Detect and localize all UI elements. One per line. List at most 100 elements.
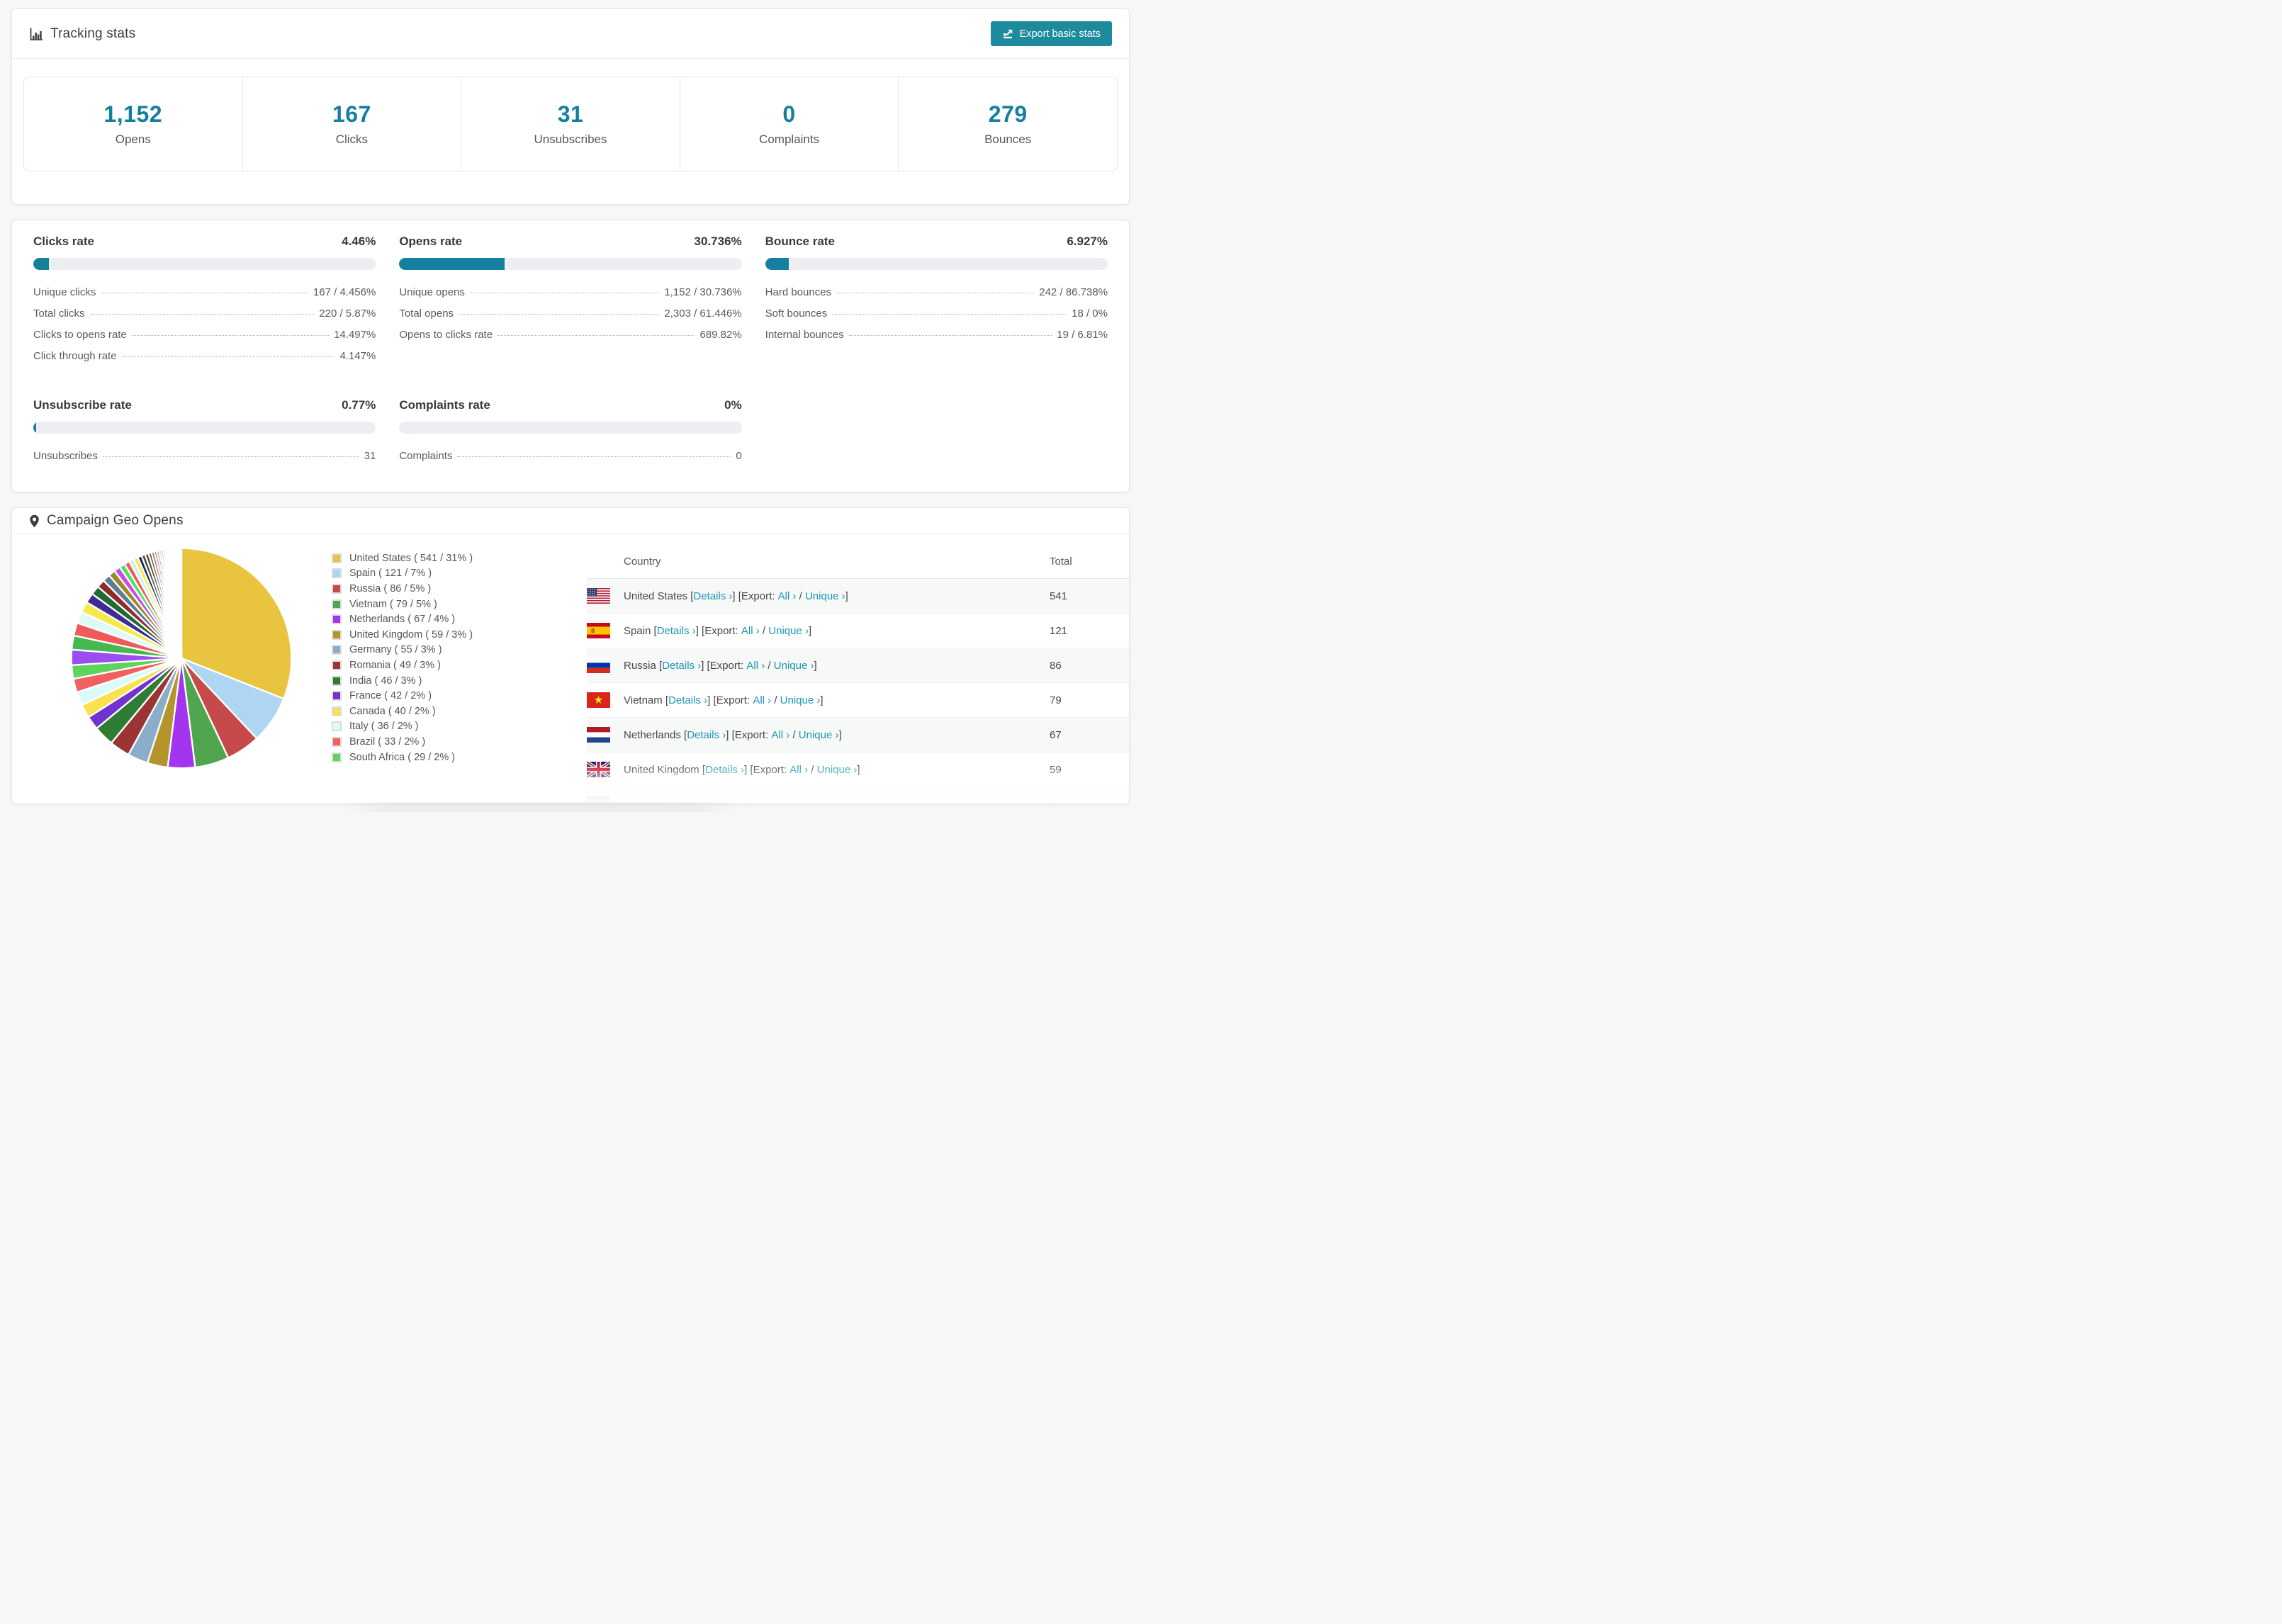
stat-value: 1,152 — [103, 101, 163, 127]
rate-block-complaints-rate: Complaints rate 0% Complaints 0 — [399, 398, 742, 471]
legend-swatch — [332, 691, 342, 701]
export-unique-link[interactable]: Unique › — [785, 799, 826, 804]
progress-bar-track — [399, 422, 742, 434]
legend-item-brazil: Brazil ( 33 / 2% ) — [332, 734, 473, 750]
geo-table-row-spain: Spain [Details ›] [Export: All › / Uniqu… — [587, 614, 1129, 648]
details-link[interactable]: Details › — [693, 590, 732, 602]
rate-value: 30.736% — [694, 235, 742, 248]
details-link[interactable]: Details › — [662, 660, 701, 672]
bracket-text: ] — [820, 694, 824, 706]
rate-row-clicks-to-opens-rate: Clicks to opens rate 14.497% — [33, 329, 376, 341]
geo-country-cell: Vietnam [Details ›] [Export: All › / Uni… — [587, 692, 1050, 708]
rate-row-value: 689.82% — [699, 329, 742, 341]
rates-row-2: Unsubscribe rate 0.77% Unsubscribes 31 Compl… — [33, 398, 1108, 471]
legend-item-spain: Spain ( 121 / 7% ) — [332, 566, 473, 582]
slash-text: / — [759, 624, 769, 637]
rate-value: 4.46% — [342, 235, 376, 248]
bracket-text: ] — [814, 659, 817, 672]
progress-bar-track — [33, 258, 376, 270]
bracket-text: ] — [808, 624, 812, 637]
geo-table-header: Country Total — [587, 544, 1129, 579]
bar-chart-icon — [29, 27, 43, 41]
progress-bar-fill — [765, 258, 789, 270]
country-flag-vn — [587, 692, 610, 708]
legend-label: Brazil ( 33 / 2% ) — [349, 735, 426, 748]
dotted-leader — [459, 314, 660, 315]
dotted-leader — [457, 456, 731, 457]
stat-label: Unsubscribes — [534, 132, 607, 146]
rates-row-1: Clicks rate 4.46% Unique clicks 167 / 4.456… — [33, 235, 1108, 371]
legend-label: Romania ( 49 / 3% ) — [349, 659, 441, 671]
details-link[interactable]: Details › — [668, 694, 707, 706]
export-all-link[interactable]: All › — [771, 729, 789, 741]
bracket-text: ] — [838, 728, 842, 741]
rate-head: Unsubscribe rate 0.77% — [33, 398, 376, 412]
rate-rows: Unique opens 1,152 / 30.736% Total opens 2,… — [399, 286, 741, 341]
rate-row-label: Total opens — [399, 308, 454, 320]
rate-row-value: 4.147% — [339, 350, 376, 362]
bracket-text: ] [Export: — [744, 763, 790, 776]
legend-item-italy: Italy ( 36 / 2% ) — [332, 719, 473, 735]
stat-label: Opens — [115, 132, 151, 146]
geo-total-cell: 79 — [1050, 694, 1062, 706]
rate-row-opens-to-clicks-rate: Opens to clicks rate 689.82% — [399, 329, 741, 341]
progress-bar-track — [765, 258, 1108, 270]
geo-table: Country Total United States [Details ›] … — [587, 544, 1129, 804]
rate-row-label: Hard bounces — [765, 286, 832, 298]
export-all-link[interactable]: All › — [746, 660, 765, 672]
export-all-link[interactable]: All › — [778, 590, 797, 602]
export-all-link[interactable]: All › — [789, 764, 808, 776]
geo-country-cell: Russia [Details ›] [Export: All › / Uniq… — [587, 658, 1050, 673]
rate-row-total-opens: Total opens 2,303 / 61.446% — [399, 308, 741, 320]
tracking-stats-header: Tracking stats Export basic stats — [12, 9, 1129, 59]
rate-title: Opens rate — [399, 235, 463, 248]
geo-pie-chart — [64, 541, 298, 779]
export-unique-link[interactable]: Unique › — [780, 694, 821, 706]
details-link[interactable]: Details › — [687, 729, 726, 741]
rate-row-value: 0 — [736, 450, 742, 462]
legend-label: United States ( 541 / 31% ) — [349, 552, 473, 564]
export-all-link[interactable]: All › — [741, 625, 760, 637]
export-all-link[interactable]: All › — [758, 799, 776, 804]
rate-row-soft-bounces: Soft bounces 18 / 0% — [765, 308, 1108, 320]
rate-row-value: 14.497% — [334, 329, 376, 341]
geo-table-row-vietnam: Vietnam [Details ›] [Export: All › / Uni… — [587, 683, 1129, 718]
legend-item-russia: Russia ( 86 / 5% ) — [332, 581, 473, 597]
legend-swatch — [332, 599, 342, 609]
rate-row-internal-bounces: Internal bounces 19 / 6.81% — [765, 329, 1108, 341]
details-link[interactable]: Details › — [705, 764, 744, 776]
export-unique-link[interactable]: Unique › — [805, 590, 845, 602]
export-unique-link[interactable]: Unique › — [774, 660, 814, 672]
legend-swatch — [332, 645, 342, 655]
country-name: Netherlands [ — [624, 728, 687, 741]
rate-row-hard-bounces: Hard bounces 242 / 86.738% — [765, 286, 1108, 298]
export-basic-stats-button[interactable]: Export basic stats — [990, 21, 1112, 46]
details-link[interactable]: Details › — [657, 625, 696, 637]
country-flag-ru — [587, 658, 610, 673]
page-title: Tracking stats — [50, 26, 136, 41]
rate-row-value: 31 — [364, 450, 376, 462]
export-unique-link[interactable]: Unique › — [768, 625, 809, 637]
stat-value: 31 — [557, 101, 584, 127]
legend-item-india: India ( 46 / 3% ) — [332, 673, 473, 689]
legend-swatch — [332, 660, 342, 670]
country-flag-nl — [587, 727, 610, 743]
dotted-leader — [832, 314, 1067, 315]
rate-title: Unsubscribe rate — [33, 398, 132, 412]
export-all-link[interactable]: All › — [753, 694, 771, 706]
legend-swatch — [332, 721, 342, 732]
stat-label: Bounces — [984, 132, 1032, 146]
rate-row-unique-opens: Unique opens 1,152 / 30.736% — [399, 286, 741, 298]
stat-value: 167 — [332, 101, 371, 127]
country-flag-es — [587, 623, 610, 638]
export-unique-link[interactable]: Unique › — [799, 729, 839, 741]
country-name: United Kingdom [ — [624, 763, 706, 776]
rate-head: Clicks rate 4.46% — [33, 235, 376, 249]
export-unique-link[interactable]: Unique › — [817, 764, 858, 776]
dotted-leader — [102, 456, 359, 457]
rate-row-label: Soft bounces — [765, 308, 828, 320]
rate-head: Bounce rate 6.927% — [765, 235, 1108, 249]
rate-row-value: 19 / 6.81% — [1057, 329, 1108, 341]
dotted-leader — [848, 335, 1052, 336]
bracket-text: ] — [825, 798, 828, 804]
